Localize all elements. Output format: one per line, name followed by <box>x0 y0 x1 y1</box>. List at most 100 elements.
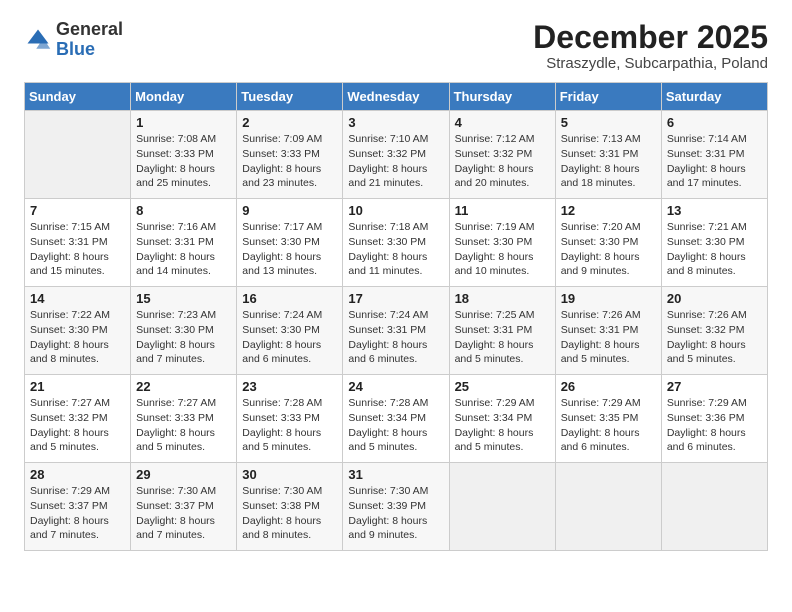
calendar-cell: 3 Sunrise: 7:10 AM Sunset: 3:32 PM Daylig… <box>343 111 449 199</box>
day-number: 29 <box>136 467 231 482</box>
day-number: 2 <box>242 115 337 130</box>
cell-info: Sunrise: 7:24 AM Sunset: 3:31 PM Dayligh… <box>348 308 443 367</box>
cell-info: Sunrise: 7:19 AM Sunset: 3:30 PM Dayligh… <box>455 220 550 279</box>
column-header-monday: Monday <box>131 83 237 111</box>
day-number: 28 <box>30 467 125 482</box>
calendar-cell: 16Sunrise: 7:24 AM Sunset: 3:30 PM Dayli… <box>237 287 343 375</box>
calendar-cell <box>25 111 131 199</box>
calendar-cell: 4 Sunrise: 7:12 AM Sunset: 3:32 PM Daylig… <box>449 111 555 199</box>
calendar-cell: 10 Sunrise: 7:18 AM Sunset: 3:30 PM Dayli… <box>343 199 449 287</box>
cell-info: Sunrise: 7:29 AM Sunset: 3:36 PM Dayligh… <box>667 396 762 455</box>
day-number: 13 <box>667 203 762 218</box>
day-number: 20 <box>667 291 762 306</box>
calendar-cell: 30Sunrise: 7:30 AM Sunset: 3:38 PM Dayli… <box>237 463 343 551</box>
day-number: 17 <box>348 291 443 306</box>
cell-info: Sunrise: 7:21 AM Sunset: 3:30 PM Dayligh… <box>667 220 762 279</box>
calendar-cell <box>555 463 661 551</box>
calendar-cell: 11 Sunrise: 7:19 AM Sunset: 3:30 PM Dayli… <box>449 199 555 287</box>
calendar-header-row: SundayMondayTuesdayWednesdayThursdayFrid… <box>25 83 768 111</box>
calendar-cell: 23 Sunrise: 7:28 AM Sunset: 3:33 PM Dayli… <box>237 375 343 463</box>
cell-info: Sunrise: 7:29 AM Sunset: 3:35 PM Dayligh… <box>561 396 656 455</box>
calendar-cell: 20 Sunrise: 7:26 AM Sunset: 3:32 PM Dayli… <box>661 287 767 375</box>
day-number: 9 <box>242 203 337 218</box>
day-number: 15 <box>136 291 231 306</box>
cell-info: Sunrise: 7:28 AM Sunset: 3:33 PM Dayligh… <box>242 396 337 455</box>
month-title: December 2025 <box>533 20 768 55</box>
calendar-cell: 14 Sunrise: 7:22 AM Sunset: 3:30 PM Dayli… <box>25 287 131 375</box>
day-number: 6 <box>667 115 762 130</box>
calendar-cell: 9 Sunrise: 7:17 AM Sunset: 3:30 PM Daylig… <box>237 199 343 287</box>
cell-info: Sunrise: 7:12 AM Sunset: 3:32 PM Dayligh… <box>455 132 550 191</box>
calendar-cell: 6 Sunrise: 7:14 AM Sunset: 3:31 PM Daylig… <box>661 111 767 199</box>
column-header-saturday: Saturday <box>661 83 767 111</box>
day-number: 24 <box>348 379 443 394</box>
cell-info: Sunrise: 7:13 AM Sunset: 3:31 PM Dayligh… <box>561 132 656 191</box>
calendar-cell: 26Sunrise: 7:29 AM Sunset: 3:35 PM Dayli… <box>555 375 661 463</box>
calendar-cell: 5Sunrise: 7:13 AM Sunset: 3:31 PM Daylig… <box>555 111 661 199</box>
day-number: 14 <box>30 291 125 306</box>
calendar-cell: 12Sunrise: 7:20 AM Sunset: 3:30 PM Dayli… <box>555 199 661 287</box>
day-number: 3 <box>348 115 443 130</box>
day-number: 4 <box>455 115 550 130</box>
calendar-cell: 21Sunrise: 7:27 AM Sunset: 3:32 PM Dayli… <box>25 375 131 463</box>
cell-info: Sunrise: 7:18 AM Sunset: 3:30 PM Dayligh… <box>348 220 443 279</box>
cell-info: Sunrise: 7:28 AM Sunset: 3:34 PM Dayligh… <box>348 396 443 455</box>
column-header-tuesday: Tuesday <box>237 83 343 111</box>
calendar-cell <box>661 463 767 551</box>
cell-info: Sunrise: 7:29 AM Sunset: 3:37 PM Dayligh… <box>30 484 125 543</box>
cell-info: Sunrise: 7:15 AM Sunset: 3:31 PM Dayligh… <box>30 220 125 279</box>
column-header-friday: Friday <box>555 83 661 111</box>
calendar-cell: 24 Sunrise: 7:28 AM Sunset: 3:34 PM Dayli… <box>343 375 449 463</box>
cell-info: Sunrise: 7:26 AM Sunset: 3:31 PM Dayligh… <box>561 308 656 367</box>
day-number: 31 <box>348 467 443 482</box>
calendar-cell: 2 Sunrise: 7:09 AM Sunset: 3:33 PM Daylig… <box>237 111 343 199</box>
column-header-wednesday: Wednesday <box>343 83 449 111</box>
cell-info: Sunrise: 7:29 AM Sunset: 3:34 PM Dayligh… <box>455 396 550 455</box>
day-number: 25 <box>455 379 550 394</box>
calendar-cell: 29Sunrise: 7:30 AM Sunset: 3:37 PM Dayli… <box>131 463 237 551</box>
calendar-week-row: 1Sunrise: 7:08 AM Sunset: 3:33 PM Daylig… <box>25 111 768 199</box>
cell-info: Sunrise: 7:10 AM Sunset: 3:32 PM Dayligh… <box>348 132 443 191</box>
logo-general: General <box>56 19 123 39</box>
cell-info: Sunrise: 7:17 AM Sunset: 3:30 PM Dayligh… <box>242 220 337 279</box>
calendar-cell: 28 Sunrise: 7:29 AM Sunset: 3:37 PM Dayli… <box>25 463 131 551</box>
day-number: 8 <box>136 203 231 218</box>
day-number: 11 <box>455 203 550 218</box>
cell-info: Sunrise: 7:16 AM Sunset: 3:31 PM Dayligh… <box>136 220 231 279</box>
calendar-cell <box>449 463 555 551</box>
calendar-cell: 1Sunrise: 7:08 AM Sunset: 3:33 PM Daylig… <box>131 111 237 199</box>
day-number: 18 <box>455 291 550 306</box>
day-number: 10 <box>348 203 443 218</box>
calendar-week-row: 14 Sunrise: 7:22 AM Sunset: 3:30 PM Dayli… <box>25 287 768 375</box>
day-number: 22 <box>136 379 231 394</box>
calendar-cell: 17 Sunrise: 7:24 AM Sunset: 3:31 PM Dayli… <box>343 287 449 375</box>
cell-info: Sunrise: 7:24 AM Sunset: 3:30 PM Dayligh… <box>242 308 337 367</box>
calendar-week-row: 7 Sunrise: 7:15 AM Sunset: 3:31 PM Daylig… <box>25 199 768 287</box>
cell-info: Sunrise: 7:26 AM Sunset: 3:32 PM Dayligh… <box>667 308 762 367</box>
page-header: General Blue December 2025 Straszydle, S… <box>24 20 768 72</box>
cell-info: Sunrise: 7:30 AM Sunset: 3:38 PM Dayligh… <box>242 484 337 543</box>
cell-info: Sunrise: 7:14 AM Sunset: 3:31 PM Dayligh… <box>667 132 762 191</box>
day-number: 7 <box>30 203 125 218</box>
calendar-cell: 27Sunrise: 7:29 AM Sunset: 3:36 PM Dayli… <box>661 375 767 463</box>
calendar-cell: 15Sunrise: 7:23 AM Sunset: 3:30 PM Dayli… <box>131 287 237 375</box>
calendar-cell: 25 Sunrise: 7:29 AM Sunset: 3:34 PM Dayli… <box>449 375 555 463</box>
location-subtitle: Straszydle, Subcarpathia, Poland <box>533 55 768 72</box>
day-number: 23 <box>242 379 337 394</box>
cell-info: Sunrise: 7:20 AM Sunset: 3:30 PM Dayligh… <box>561 220 656 279</box>
cell-info: Sunrise: 7:22 AM Sunset: 3:30 PM Dayligh… <box>30 308 125 367</box>
cell-info: Sunrise: 7:30 AM Sunset: 3:39 PM Dayligh… <box>348 484 443 543</box>
day-number: 21 <box>30 379 125 394</box>
calendar-cell: 22Sunrise: 7:27 AM Sunset: 3:33 PM Dayli… <box>131 375 237 463</box>
cell-info: Sunrise: 7:09 AM Sunset: 3:33 PM Dayligh… <box>242 132 337 191</box>
title-block: December 2025 Straszydle, Subcarpathia, … <box>533 20 768 72</box>
calendar-cell: 7 Sunrise: 7:15 AM Sunset: 3:31 PM Daylig… <box>25 199 131 287</box>
calendar-cell: 13 Sunrise: 7:21 AM Sunset: 3:30 PM Dayli… <box>661 199 767 287</box>
cell-info: Sunrise: 7:08 AM Sunset: 3:33 PM Dayligh… <box>136 132 231 191</box>
cell-info: Sunrise: 7:25 AM Sunset: 3:31 PM Dayligh… <box>455 308 550 367</box>
calendar-cell: 18 Sunrise: 7:25 AM Sunset: 3:31 PM Dayli… <box>449 287 555 375</box>
logo-blue: Blue <box>56 39 95 59</box>
calendar-cell: 31 Sunrise: 7:30 AM Sunset: 3:39 PM Dayli… <box>343 463 449 551</box>
logo: General Blue <box>24 20 123 60</box>
day-number: 19 <box>561 291 656 306</box>
